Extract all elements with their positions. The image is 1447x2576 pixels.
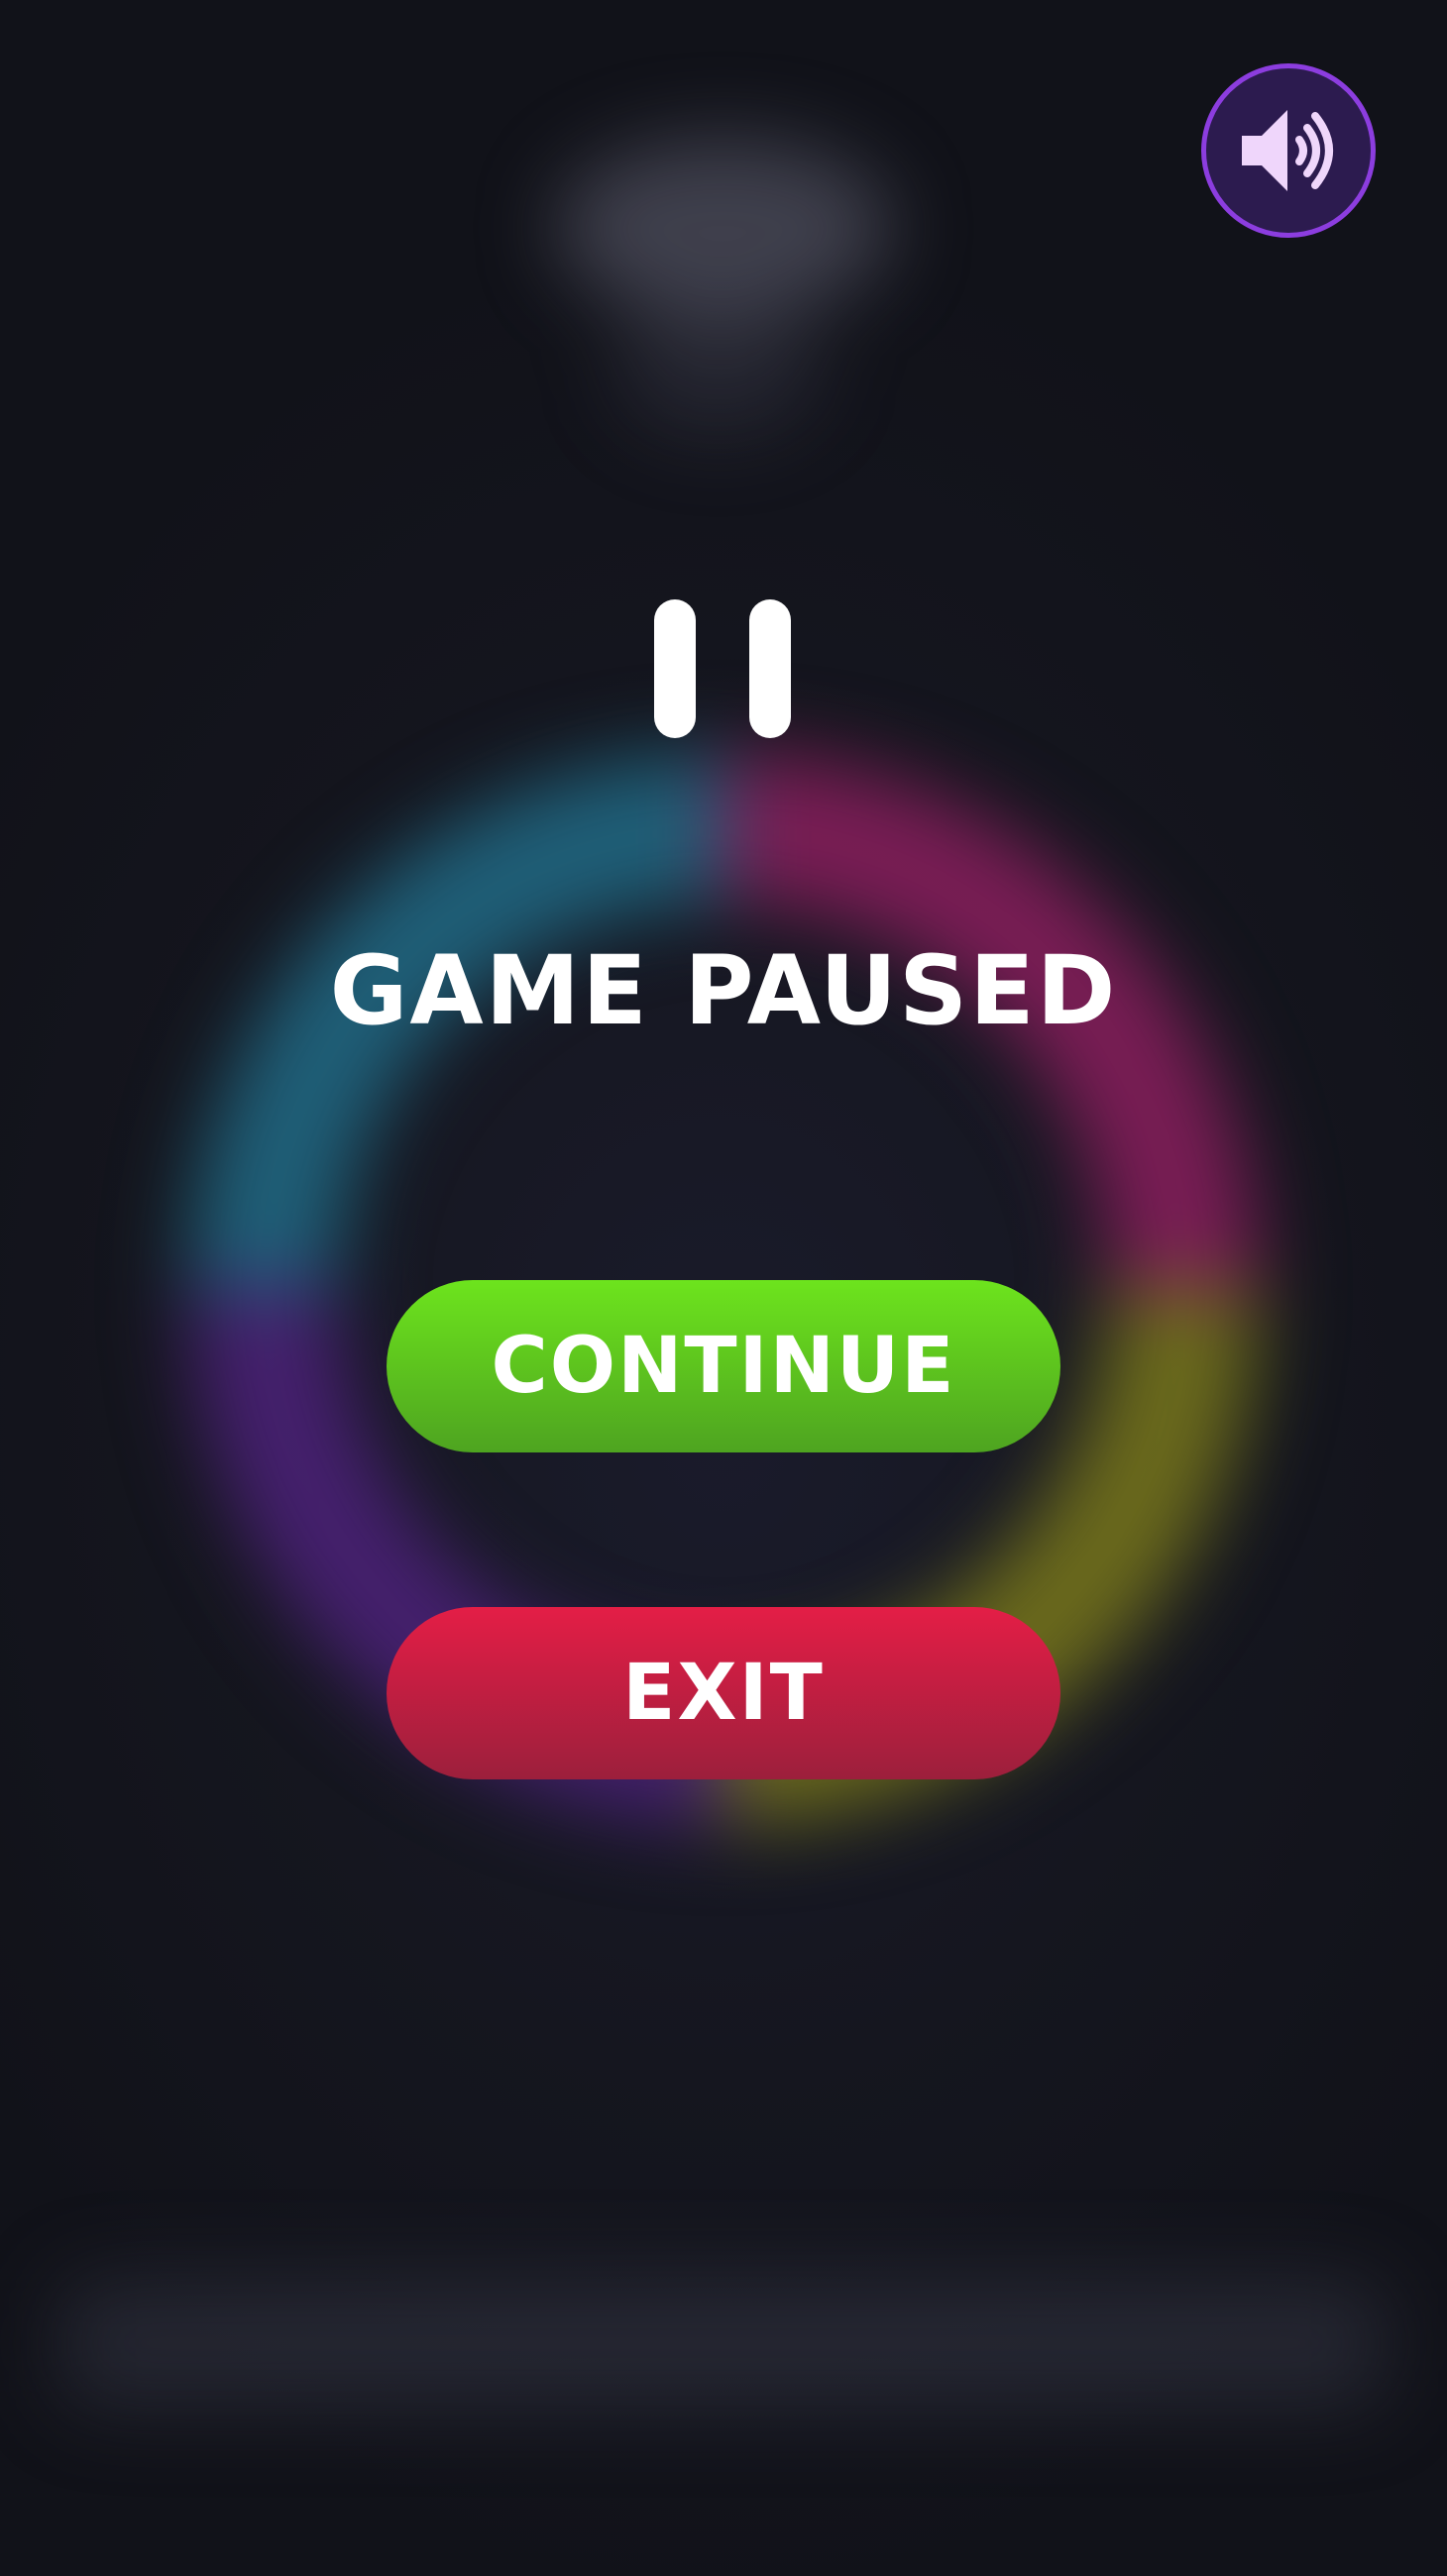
pause-bar-left xyxy=(654,599,696,738)
pause-bar-right xyxy=(749,599,791,738)
pause-icon xyxy=(654,599,793,738)
continue-button[interactable]: CONTINUE xyxy=(387,1280,1060,1452)
blurred-star-glow xyxy=(614,297,823,436)
ring-segment-pink xyxy=(723,753,1259,1289)
blurred-star xyxy=(555,139,892,317)
continue-button-label: CONTINUE xyxy=(491,1322,956,1411)
exit-button-label: EXIT xyxy=(622,1649,825,1738)
page-title: GAME PAUSED xyxy=(329,935,1118,1046)
exit-button[interactable]: EXIT xyxy=(387,1607,1060,1779)
speaker-on-icon xyxy=(1242,110,1333,191)
sound-toggle-button[interactable] xyxy=(1201,63,1376,238)
ring-segment-cyan xyxy=(188,753,724,1289)
blurred-platform xyxy=(59,2279,1388,2408)
pause-screen: GAME PAUSED CONTINUE EXIT xyxy=(0,0,1447,2576)
